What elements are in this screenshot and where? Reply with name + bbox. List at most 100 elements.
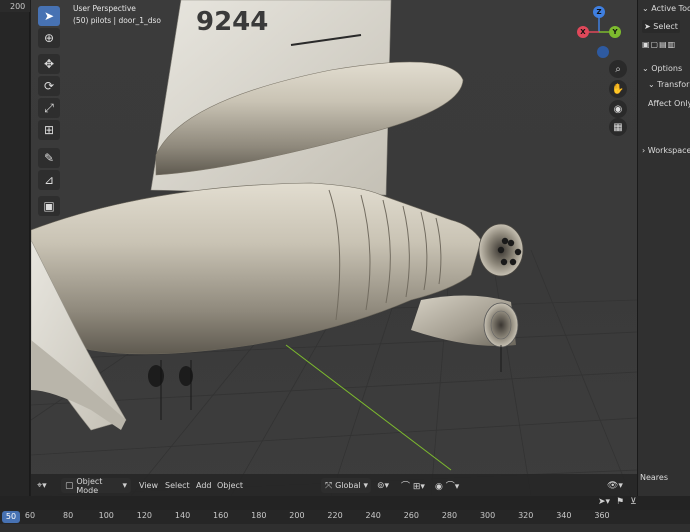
ruler-icon: ⊿ [43, 173, 55, 187]
cube-icon: ▣ [43, 199, 55, 213]
transform-icon: ⊞ [43, 123, 55, 137]
timeline-filter-icon[interactable]: ⊻ [630, 497, 637, 507]
proportional-icon: ◉ ⌒▾ [435, 482, 460, 492]
tail-number-text: 9244 [196, 7, 268, 37]
timeline-tick-label: 220 [327, 511, 343, 520]
gizmo-x-axis[interactable]: X [577, 26, 589, 38]
transform-expand-icon: ⌄ [648, 80, 658, 89]
ortho-toggle-button[interactable]: ▦ [609, 118, 627, 136]
object-info-label: (50) pilots | door_1_dso [73, 16, 161, 25]
transform-subheader[interactable]: ⌄ Transform [648, 80, 690, 89]
transform-tool[interactable]: ⊞ [38, 120, 60, 140]
cursor-icon: ➤ [43, 9, 55, 23]
sidebar-panel: ⌄ Active Tool ➤ Select ▣▢▤▥ ⌄ Options ⌄ … [637, 0, 690, 496]
menu-object[interactable]: Object [217, 478, 243, 493]
menu-view[interactable]: View [139, 478, 158, 493]
orientation-dropdown[interactable]: ⤧ Global ▾ [321, 478, 371, 493]
menu-add-label: Add [196, 481, 212, 490]
add-cube-tool[interactable]: ▣ [38, 196, 60, 216]
gizmo-z-label: Z [596, 8, 602, 16]
select-tool-field[interactable]: ➤ Select [642, 20, 680, 33]
affect-only-label: Affect Only [648, 99, 690, 108]
timeline-tick-label: 260 [403, 511, 419, 520]
eye-icon: 👁▾ [607, 480, 623, 491]
menu-add[interactable]: Add [196, 478, 212, 493]
rotate-tool[interactable]: ⟳ [38, 76, 60, 96]
timeline-tick-label: 120 [136, 511, 153, 520]
grid-icon: ▦ [613, 121, 623, 133]
gizmo-neg-z-axis[interactable] [597, 46, 609, 58]
annotate-tool[interactable]: ✎ [38, 148, 60, 168]
timeline-tick-label: 80 [63, 511, 74, 520]
viewport-scene[interactable]: 9244 [31, 0, 637, 496]
cursor-tool[interactable]: ⊕ [38, 28, 60, 48]
scale-tool[interactable]: ⤢ [38, 98, 60, 118]
gizmo-y-axis[interactable]: Y [609, 26, 621, 38]
options-label: Options [651, 64, 683, 73]
menu-view-label: View [139, 481, 158, 490]
timeline-ruler[interactable]: 50 60 80 100 120 140 160 180 200 220 240 260 280 300… [0, 510, 690, 524]
nearest-label: Neares [640, 473, 669, 482]
menu-select-label: Select [165, 481, 190, 490]
gizmo-y-label: Y [612, 28, 618, 36]
left-editor-strip: 200 [0, 0, 30, 512]
pivot-button[interactable]: ⊚▾ [377, 478, 389, 493]
timeline-tick-label: 100 [98, 511, 114, 520]
editor-type-icon: ⌖▾ [37, 480, 47, 491]
lower-nozzle [483, 302, 519, 348]
timeline-cursor-icon[interactable]: ➤▾ [598, 497, 610, 507]
select-mode-icons: ▣▢▤▥ [642, 40, 677, 49]
move-icon: ✥ [43, 57, 55, 71]
perspective-label: User Perspective [73, 4, 136, 13]
timeline-tick-label: 180 [251, 511, 267, 520]
mode-label: Object Mode [76, 476, 103, 495]
select-mode-buttons[interactable]: ▣▢▤▥ [642, 40, 676, 49]
timeline-header: ➤▾ ⚑ ⊻ [0, 496, 690, 510]
timeline-pin-icon[interactable]: ⚑ [616, 497, 624, 507]
magnet-icon: ⌒ ⊞▾ [401, 482, 425, 492]
current-frame-indicator[interactable]: 50 [2, 511, 20, 523]
viewport-gizmo-toggle[interactable]: 👁▾ [607, 478, 623, 493]
transform-label: Transform [657, 80, 690, 89]
magnifier-icon: ⌕ [615, 63, 621, 75]
object-mode-icon: ▢ [65, 480, 77, 491]
proportional-editing-button[interactable]: ◉ ⌒▾ [435, 478, 459, 493]
timeline[interactable]: ➤▾ ⚑ ⊻ 50 60 80 100 120 140 160 180 200 220 240 26… [0, 496, 690, 532]
y-axis-line [285, 344, 452, 471]
active-tool-label: Active Tool [651, 4, 690, 13]
timeline-tick-label: 140 [174, 511, 191, 520]
gizmo-z-axis[interactable]: Z [593, 6, 605, 18]
options-header[interactable]: ⌄ Options [642, 64, 682, 73]
snap-target-field[interactable]: Neares [640, 473, 668, 482]
timeline-tick-label: 300 [479, 511, 496, 520]
timeline-tick-label: 280 [441, 511, 458, 520]
timeline-tick-label: 320 [518, 511, 534, 520]
rotate-icon: ⟳ [43, 79, 55, 93]
mode-dropdown[interactable]: ▢ Object Mode ▾ [61, 476, 131, 495]
expand-icon: ⌄ [642, 4, 652, 13]
timeline-tick-label: 340 [556, 511, 572, 520]
cursor-small-icon: ➤ [644, 22, 654, 31]
zoom-button[interactable]: ⌕ [609, 60, 627, 78]
camera-view-button[interactable]: ◉ [609, 100, 627, 118]
orientation-chevron-icon: ▾ [360, 480, 368, 491]
timeline-tick-label: 360 [594, 511, 610, 520]
pan-button[interactable]: ✋ [609, 80, 627, 98]
viewport-header: ⌖▾ ▢ Object Mode ▾ View Select Add Objec… [31, 474, 637, 496]
active-tool-header[interactable]: ⌄ Active Tool [642, 4, 690, 13]
3d-viewport[interactable]: 9244 User Perspective (50) pilots | door… [31, 0, 637, 496]
move-tool[interactable]: ✥ [38, 54, 60, 74]
menu-object-label: Object [217, 481, 244, 490]
measure-tool[interactable]: ⊿ [38, 170, 60, 190]
pencil-icon: ✎ [43, 151, 55, 165]
editor-type-button[interactable]: ⌖▾ [37, 478, 47, 493]
gizmo-x-label: X [580, 28, 586, 36]
hand-icon: ✋ [611, 83, 625, 95]
timeline-track-area[interactable] [0, 524, 690, 532]
workspace-header[interactable]: › Workspace [642, 146, 690, 155]
options-expand-icon: ⌄ [642, 64, 652, 73]
menu-select[interactable]: Select [165, 478, 190, 493]
select-box-tool[interactable]: ➤ [38, 6, 60, 26]
snap-button[interactable]: ⌒ ⊞▾ [401, 478, 425, 493]
timeline-tick-label: 60 [24, 511, 36, 520]
